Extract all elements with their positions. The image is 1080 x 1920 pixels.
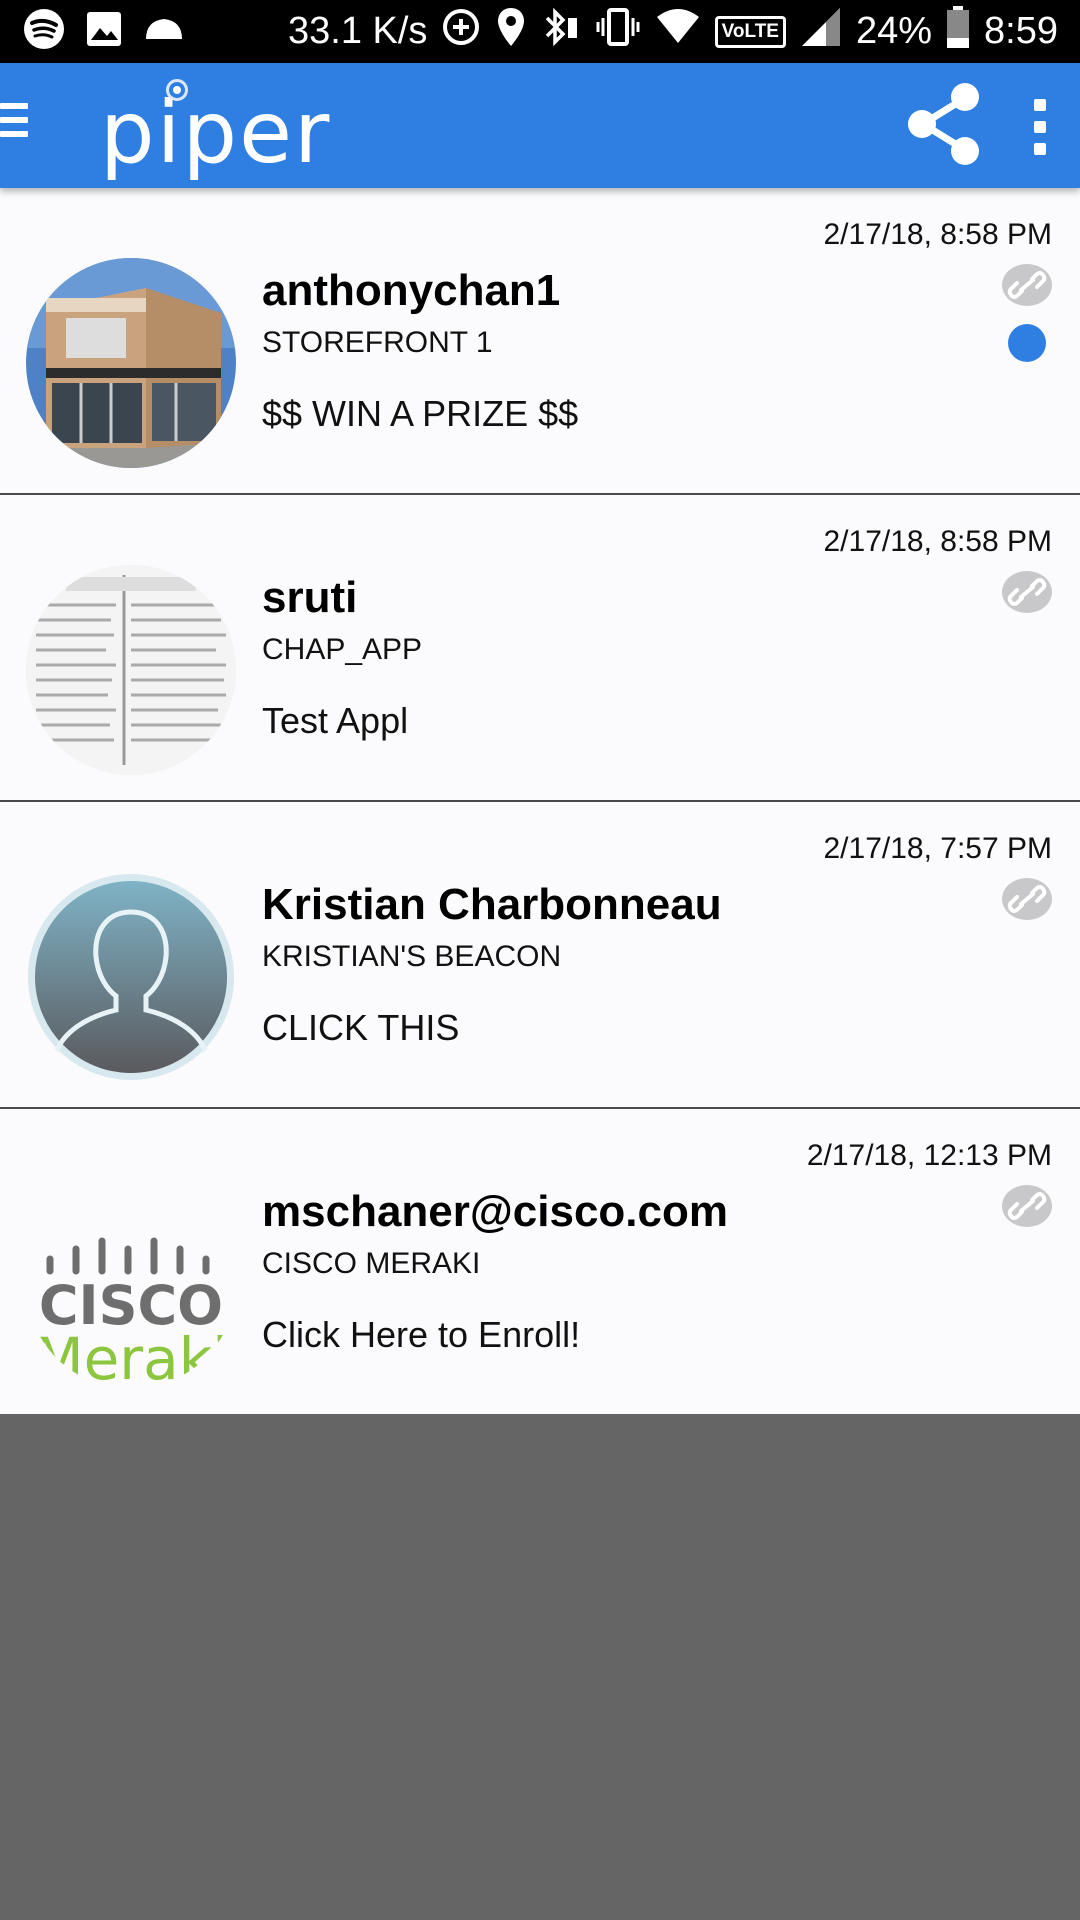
unread-indicator	[1008, 324, 1046, 362]
beacon-name: STOREFRONT 1	[262, 326, 493, 359]
message-timestamp: 2/17/18, 8:58 PM	[823, 218, 1053, 251]
vibrate-icon	[595, 6, 641, 58]
cloud-icon	[142, 9, 186, 54]
beacon-name: KRISTIAN'S BEACON	[262, 940, 562, 973]
network-speed: 33.1 K/s	[288, 10, 428, 52]
sender-name: anthonychan1	[262, 266, 561, 315]
link-icon[interactable]	[1002, 1185, 1052, 1227]
beacon-name: CISCO MERAKI	[262, 1247, 481, 1280]
share-icon[interactable]	[905, 80, 983, 168]
status-bar: 33.1 K/s VoLTE 24% 8:59	[0, 0, 1080, 63]
message-row[interactable]: 2/17/18, 8:58 PM sruti CHAP_APP Test App…	[0, 495, 1080, 802]
beacon-name: CHAP_APP	[262, 633, 423, 666]
more-options-icon[interactable]	[1030, 99, 1050, 157]
clock: 8:59	[984, 10, 1058, 52]
piper-logo: piper	[100, 77, 350, 183]
cisco-meraki-logo: CISCO Meraki	[26, 1179, 236, 1389]
message-text: $$ WIN A PRIZE $$	[262, 393, 579, 434]
sender-name: Kristian Charbonneau	[262, 880, 722, 929]
location-icon	[495, 6, 527, 58]
logo-beacon-dot	[166, 79, 188, 101]
wifi-icon	[655, 7, 701, 57]
default-user-avatar	[26, 872, 236, 1082]
message-timestamp: 2/17/18, 12:13 PM	[806, 1139, 1052, 1172]
bluetooth-vibrate-icon	[541, 6, 581, 58]
message-row[interactable]: 2/17/18, 7:57 PM Kristian Charbonneau KR…	[0, 802, 1080, 1109]
message-text: Test Appl	[262, 700, 409, 741]
message-timestamp: 2/17/18, 8:58 PM	[823, 525, 1053, 558]
message-text: CLICK THIS	[262, 1007, 460, 1048]
signal-icon	[800, 6, 842, 58]
data-saver-icon	[441, 7, 481, 57]
battery-percent: 24%	[855, 10, 933, 52]
link-icon[interactable]	[1002, 878, 1052, 920]
image-icon	[84, 9, 124, 54]
message-text: Click Here to Enroll!	[262, 1314, 581, 1355]
message-list: 2/17/18, 8:58 PM anthonychan1 STOREFRONT…	[0, 188, 1080, 1414]
battery-icon	[946, 5, 970, 59]
storefront-avatar	[26, 258, 236, 468]
logo-text: piper	[100, 83, 332, 183]
link-icon[interactable]	[1002, 571, 1052, 613]
link-icon[interactable]	[1002, 264, 1052, 306]
message-row[interactable]: CISCO Meraki 2/17/18, 12:13 PM mschaner@…	[0, 1109, 1080, 1414]
spotify-icon	[22, 7, 66, 56]
sender-name: sruti	[262, 573, 358, 622]
app-bar: piper	[0, 63, 1080, 188]
document-avatar	[26, 565, 236, 775]
sender-name: mschaner@cisco.com	[262, 1187, 728, 1236]
volte-badge: VoLTE	[714, 15, 786, 48]
message-row[interactable]: 2/17/18, 8:58 PM anthonychan1 STOREFRONT…	[0, 188, 1080, 495]
meraki-wordmark: Meraki	[34, 1325, 229, 1389]
message-timestamp: 2/17/18, 7:57 PM	[823, 832, 1053, 865]
menu-icon[interactable]	[0, 103, 28, 148]
